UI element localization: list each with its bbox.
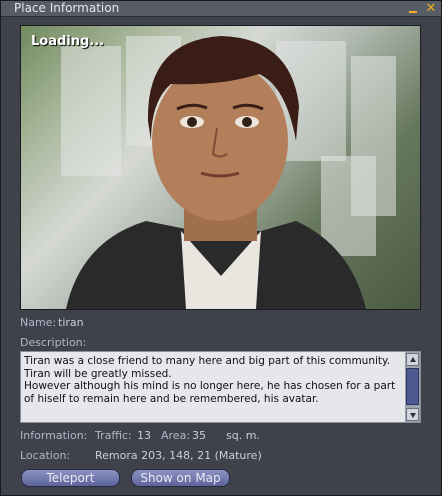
title-bar[interactable]: Place Information ✕ [1, 1, 441, 17]
description-label: Description: [20, 336, 87, 349]
teleport-button[interactable]: Teleport [21, 469, 120, 487]
place-snapshot: Loading... [20, 25, 421, 310]
information-label: Information: [20, 429, 88, 442]
location-label: Location: [20, 449, 71, 462]
name-value: tiran [58, 316, 84, 329]
place-information-window: Place Information ✕ Loading... Name: tir… [0, 0, 442, 496]
traffic-label: Traffic: [95, 429, 132, 442]
arrow-down-icon [410, 413, 416, 418]
minimize-icon[interactable] [406, 2, 420, 15]
area-unit: sq. m. [226, 429, 260, 442]
loading-indicator: Loading... [31, 34, 105, 49]
description-scrollbar[interactable] [405, 352, 420, 422]
close-icon[interactable]: ✕ [424, 2, 438, 15]
avatar-image [66, 36, 366, 309]
name-label: Name: [20, 316, 57, 329]
area-value: 35 [192, 429, 206, 442]
arrow-up-icon [410, 357, 416, 362]
scroll-thumb[interactable] [406, 368, 419, 405]
area-label: Area: [161, 429, 191, 442]
scroll-up-button[interactable] [406, 353, 419, 366]
description-textbox[interactable]: Tiran was a close friend to many here an… [20, 351, 421, 423]
location-value: Remora 203, 148, 21 (Mature) [95, 449, 262, 462]
show-on-map-button[interactable]: Show on Map [131, 469, 230, 487]
traffic-value: 13 [137, 429, 151, 442]
scroll-down-button[interactable] [406, 408, 419, 421]
window-title: Place Information [14, 1, 120, 15]
description-text: Tiran was a close friend to many here an… [24, 355, 396, 405]
